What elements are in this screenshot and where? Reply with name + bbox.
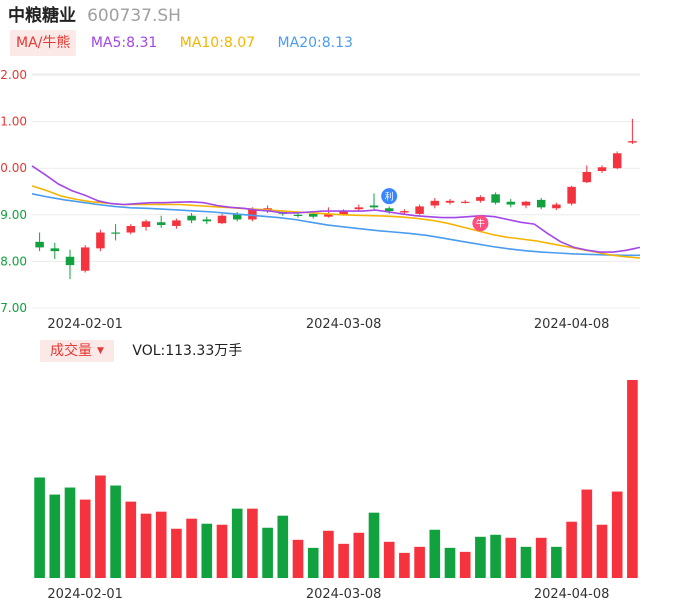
price-tick-label: 10.00 bbox=[0, 161, 27, 175]
volume-bar bbox=[201, 523, 213, 578]
price-tick-label: 8.00 bbox=[0, 254, 27, 268]
volume-bar bbox=[611, 491, 623, 578]
event-marker-label: 牛 bbox=[476, 218, 485, 230]
price-tick-label: 7.00 bbox=[0, 301, 27, 315]
candle-body bbox=[187, 215, 196, 221]
volume-bar bbox=[110, 485, 121, 578]
volume-bar bbox=[459, 551, 471, 578]
volume-bar bbox=[323, 530, 334, 578]
candle-body bbox=[126, 225, 136, 233]
volume-bar bbox=[353, 532, 365, 578]
candle-body bbox=[552, 204, 561, 209]
volume-bar bbox=[566, 521, 577, 578]
volume-bar bbox=[581, 489, 593, 578]
candle-body bbox=[612, 153, 622, 169]
candle-body bbox=[111, 232, 120, 234]
volume-bar bbox=[171, 528, 182, 578]
candle-body bbox=[476, 197, 485, 201]
candle-body bbox=[400, 211, 409, 213]
candle-body bbox=[582, 171, 592, 183]
price-tick-label: 11.00 bbox=[0, 115, 27, 129]
candle-body bbox=[308, 213, 318, 217]
volume-bar bbox=[490, 534, 501, 578]
candle-body bbox=[597, 167, 607, 171]
candle-body bbox=[521, 201, 531, 206]
candle-body bbox=[293, 214, 303, 216]
volume-bar bbox=[414, 546, 425, 578]
volume-bar bbox=[505, 537, 517, 578]
volume-bar bbox=[277, 515, 289, 578]
volume-bar bbox=[475, 536, 486, 578]
volume-bar bbox=[79, 499, 91, 578]
candle-body bbox=[415, 206, 424, 214]
candle-body bbox=[156, 222, 166, 226]
volume-bar bbox=[231, 508, 243, 578]
candle-body bbox=[460, 201, 470, 203]
candle-body bbox=[217, 215, 227, 224]
event-marker: 利 bbox=[381, 188, 398, 205]
volume-bar bbox=[155, 511, 167, 578]
candle-body bbox=[491, 194, 500, 203]
volume-bar bbox=[551, 546, 562, 578]
volume-date-tick-label: 2024-03-08 bbox=[306, 587, 382, 602]
candle-body bbox=[384, 208, 394, 212]
candle-body bbox=[567, 186, 576, 204]
candle-body bbox=[369, 205, 379, 208]
volume-bar bbox=[627, 380, 638, 578]
volume-bar bbox=[247, 508, 258, 578]
volume-bar bbox=[95, 475, 106, 578]
kline-chart: 12.00 11.00 10.00 9.00 8.00 7.00 2024-02-01 202… bbox=[0, 68, 641, 602]
volume-bar bbox=[34, 477, 45, 578]
date-tick-label: 2024-02-01 bbox=[47, 317, 123, 332]
candle-body bbox=[35, 241, 44, 248]
candle-body bbox=[50, 248, 60, 252]
volume-bar bbox=[596, 524, 608, 578]
event-marker-label: 利 bbox=[385, 191, 394, 203]
volume-bar bbox=[535, 537, 547, 578]
date-tick-label: 2024-04-08 bbox=[534, 317, 610, 332]
candle-body bbox=[430, 200, 440, 206]
volume-date-tick-label: 2024-02-01 bbox=[47, 587, 123, 602]
price-tick-label: 9.00 bbox=[0, 208, 27, 222]
candle-body bbox=[536, 199, 546, 208]
volume-bar bbox=[216, 524, 228, 578]
volume-bar bbox=[64, 487, 76, 578]
ma5-line bbox=[31, 165, 641, 253]
volume-date-tick-label: 2024-04-08 bbox=[534, 587, 610, 602]
volume-bar bbox=[125, 501, 137, 578]
candle-body bbox=[354, 207, 364, 210]
candle-body bbox=[141, 221, 151, 227]
volume-bar bbox=[262, 527, 273, 578]
event-marker: 牛 bbox=[472, 215, 489, 232]
volume-bar bbox=[368, 512, 380, 578]
volume-bar bbox=[292, 539, 304, 578]
volume-bar bbox=[399, 552, 410, 578]
volume-bar bbox=[520, 546, 532, 578]
candle-body bbox=[80, 247, 90, 271]
volume-bar bbox=[186, 518, 197, 578]
price-tick-label: 12.00 bbox=[0, 68, 27, 82]
volume-bar bbox=[444, 547, 456, 578]
date-tick-label: 2024-03-08 bbox=[306, 317, 382, 332]
candle-body bbox=[628, 141, 637, 143]
candle-body bbox=[202, 219, 212, 222]
candle-body bbox=[65, 256, 75, 266]
volume-bar bbox=[307, 547, 319, 578]
volume-bar bbox=[429, 529, 441, 578]
candle-body bbox=[445, 200, 455, 203]
volume-bar bbox=[383, 541, 395, 578]
ma10-line bbox=[31, 185, 641, 259]
volume-bar bbox=[140, 513, 152, 578]
ma20-line bbox=[31, 193, 640, 257]
candle-body bbox=[96, 232, 105, 249]
candle-body bbox=[172, 220, 181, 226]
volume-bar bbox=[49, 494, 61, 578]
candle-body bbox=[506, 201, 516, 205]
volume-bar bbox=[338, 543, 349, 578]
